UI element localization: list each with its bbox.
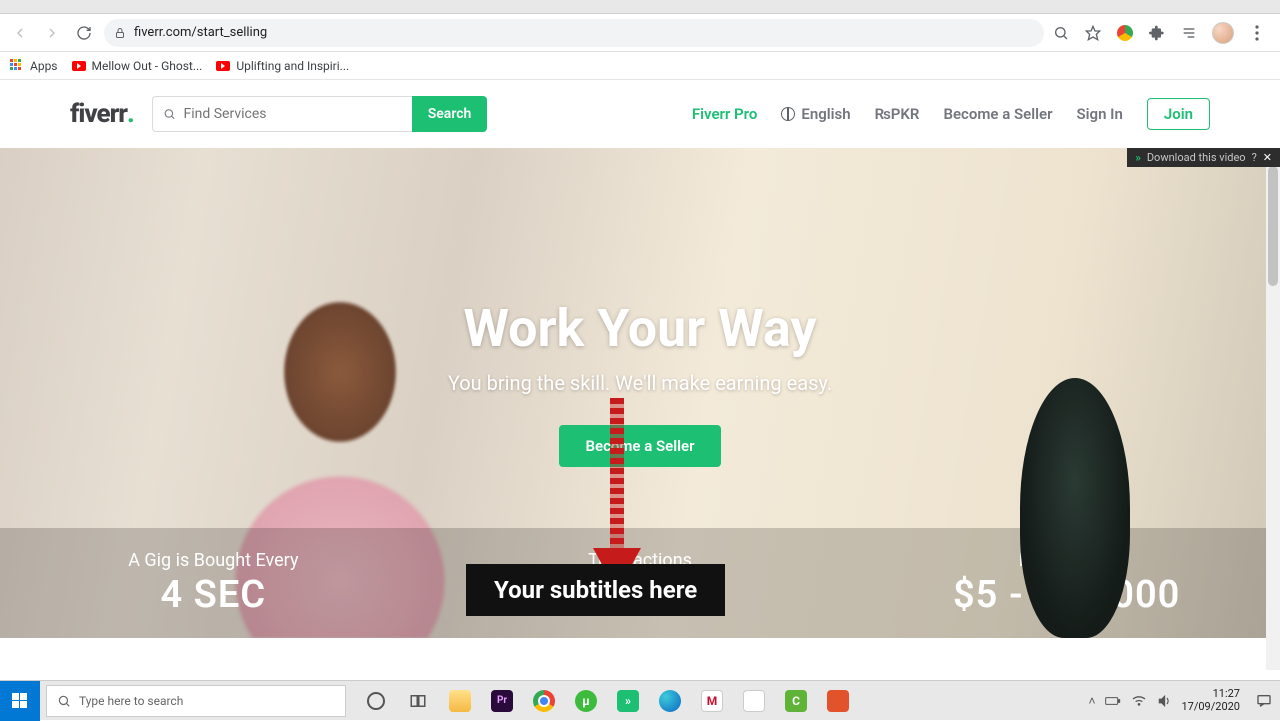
- bookmarks-bar: Apps Mellow Out - Ghost... Uplifting and…: [0, 52, 1280, 80]
- windows-logo-icon: [12, 693, 28, 709]
- tray-chevron-icon[interactable]: ˄: [1088, 694, 1095, 708]
- reload-button[interactable]: [72, 21, 96, 45]
- apps-label: Apps: [30, 59, 58, 73]
- page-viewport: fiverr. Search Fiverr Pro English ₨PKR B…: [0, 80, 1280, 670]
- url-text: fiverr.com/start_selling: [134, 25, 267, 40]
- stat-value: 4 SEC: [161, 573, 267, 617]
- mcafee-icon[interactable]: M: [692, 681, 732, 721]
- scrollbar-thumb[interactable]: [1268, 166, 1278, 286]
- stat-gig-frequency: A Gig is Bought Every 4 SEC: [0, 528, 427, 638]
- battery-icon[interactable]: [1105, 694, 1121, 708]
- search-icon: [163, 107, 176, 121]
- idm-icon[interactable]: »: [608, 681, 648, 721]
- edge-icon[interactable]: [650, 681, 690, 721]
- join-button[interactable]: Join: [1147, 98, 1210, 130]
- logo-dot: .: [127, 99, 134, 129]
- clock-time: 11:27: [1213, 688, 1240, 700]
- recorder-icon[interactable]: [818, 681, 858, 721]
- utorrent-icon[interactable]: µ: [566, 681, 606, 721]
- nav-currency[interactable]: ₨PKR: [875, 105, 920, 123]
- search-box[interactable]: [152, 96, 412, 132]
- reading-list-icon[interactable]: [1180, 24, 1198, 42]
- extension-globe-icon[interactable]: [1116, 24, 1134, 42]
- profile-avatar[interactable]: [1212, 22, 1234, 44]
- site-header: fiverr. Search Fiverr Pro English ₨PKR B…: [0, 80, 1280, 148]
- forward-button[interactable]: [40, 21, 64, 45]
- start-button[interactable]: [0, 681, 40, 721]
- stat-price-range: Price Range $5 - $10,000: [853, 528, 1280, 638]
- zoom-icon[interactable]: [1052, 24, 1070, 42]
- back-button[interactable]: [8, 21, 32, 45]
- paint-icon[interactable]: [734, 681, 774, 721]
- hero-subtitle: You bring the skill. We'll make earning …: [448, 371, 832, 395]
- search-input[interactable]: [184, 106, 402, 122]
- apps-grid-icon: [10, 59, 24, 73]
- browser-tabstrip: [0, 0, 1280, 14]
- download-label: Download this video: [1147, 151, 1246, 164]
- nav-language[interactable]: English: [781, 105, 850, 123]
- logo-text: fiverr: [70, 99, 127, 129]
- nav-fiverr-pro[interactable]: Fiverr Pro: [692, 105, 757, 123]
- taskbar-search-placeholder: Type here to search: [79, 694, 183, 708]
- close-icon[interactable]: ✕: [1263, 151, 1272, 164]
- globe-icon: [781, 107, 795, 121]
- lock-icon: [114, 27, 126, 39]
- download-icon: »: [1135, 151, 1141, 164]
- task-view-icon[interactable]: [398, 681, 438, 721]
- chrome-icon[interactable]: [524, 681, 564, 721]
- address-bar[interactable]: fiverr.com/start_selling: [104, 19, 1044, 47]
- taskbar-apps: Pr µ » M C: [356, 681, 858, 721]
- nav-sign-in[interactable]: Sign In: [1076, 105, 1122, 123]
- search-icon: [57, 694, 71, 708]
- taskbar-clock[interactable]: 11:27 17/09/2020: [1181, 688, 1246, 712]
- youtube-icon: [72, 61, 86, 71]
- system-tray: ˄ 11:27 17/09/2020: [1080, 688, 1280, 712]
- stat-label: A Gig is Bought Every: [128, 550, 298, 571]
- subtitle-text: Your subtitles here: [494, 576, 697, 604]
- action-center-icon[interactable]: [1256, 693, 1272, 709]
- stat-value: $5 - $10,000: [953, 573, 1180, 617]
- stat-label: Price Range: [1019, 550, 1115, 571]
- wifi-icon[interactable]: [1131, 693, 1147, 709]
- youtube-icon: [216, 61, 230, 71]
- premiere-icon[interactable]: Pr: [482, 681, 522, 721]
- subtitle-overlay: Your subtitles here: [466, 564, 725, 616]
- fiverr-logo[interactable]: fiverr.: [70, 99, 134, 129]
- volume-icon[interactable]: [1157, 694, 1171, 708]
- bookmark-uplifting[interactable]: Uplifting and Inspiri...: [216, 59, 349, 73]
- cortana-icon[interactable]: [356, 681, 396, 721]
- header-nav: Fiverr Pro English ₨PKR Become a Seller …: [692, 98, 1210, 130]
- nav-become-seller[interactable]: Become a Seller: [943, 105, 1052, 123]
- search-button[interactable]: Search: [412, 96, 488, 132]
- hero-section: » Download this video ? ✕ Work Your Way …: [0, 148, 1280, 638]
- camtasia-icon[interactable]: C: [776, 681, 816, 721]
- vertical-scrollbar[interactable]: [1266, 160, 1280, 670]
- windows-taskbar: Type here to search Pr µ » M C ˄ 11:27 1…: [0, 680, 1280, 720]
- taskbar-search[interactable]: Type here to search: [46, 685, 346, 717]
- bookmark-star-icon[interactable]: [1084, 24, 1102, 42]
- chrome-menu-icon[interactable]: [1248, 24, 1266, 42]
- clock-date: 17/09/2020: [1181, 701, 1240, 713]
- bookmark-label: Uplifting and Inspiri...: [236, 59, 349, 73]
- hero-title: Work Your Way: [463, 298, 816, 359]
- browser-toolbar: fiverr.com/start_selling: [0, 14, 1280, 52]
- bookmark-mellow[interactable]: Mellow Out - Ghost...: [72, 59, 203, 73]
- apps-shortcut[interactable]: Apps: [10, 59, 58, 73]
- download-video-badge[interactable]: » Download this video ? ✕: [1127, 148, 1280, 167]
- nav-language-label: English: [801, 105, 850, 123]
- bookmark-label: Mellow Out - Ghost...: [92, 59, 203, 73]
- header-search: Search: [152, 96, 488, 132]
- badge-help[interactable]: ?: [1252, 151, 1257, 164]
- extensions-icon[interactable]: [1148, 24, 1166, 42]
- become-seller-button[interactable]: Become a Seller: [559, 425, 720, 467]
- file-explorer-icon[interactable]: [440, 681, 480, 721]
